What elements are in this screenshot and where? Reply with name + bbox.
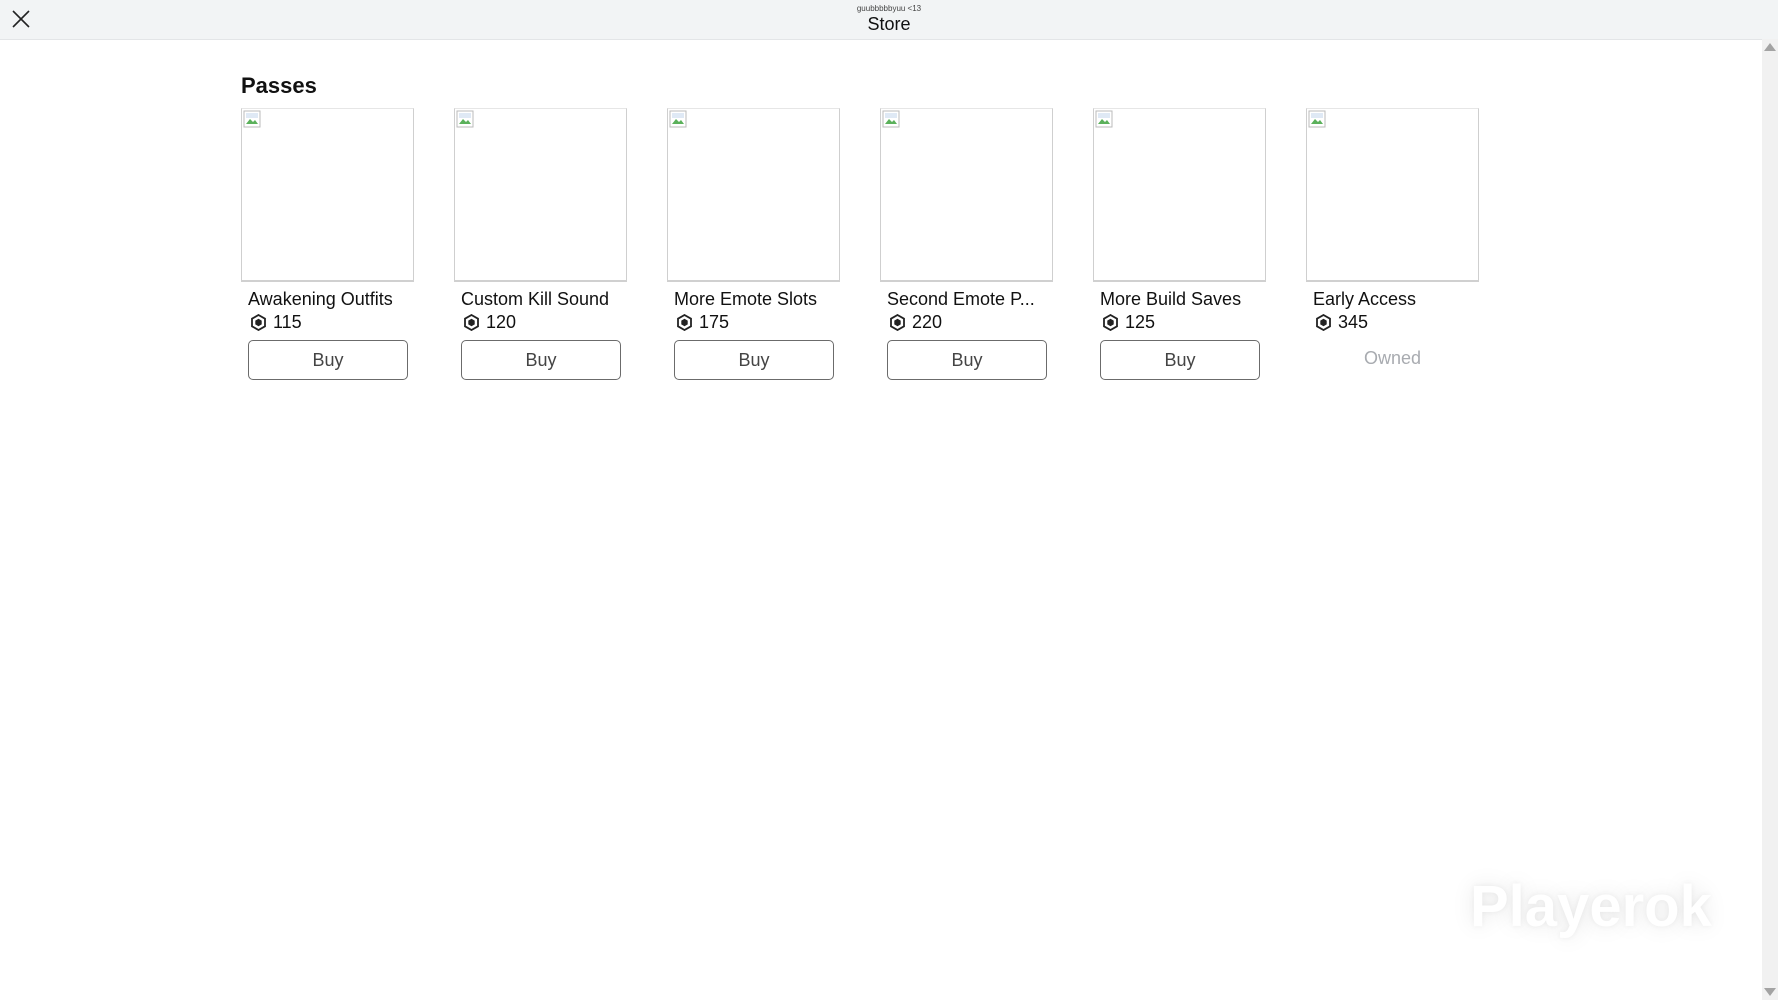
- price-row: 125: [1093, 311, 1266, 333]
- pass-card[interactable]: Early Access 345 Owned: [1306, 108, 1479, 380]
- pass-name: Custom Kill Sound: [461, 289, 610, 309]
- buy-button[interactable]: Buy: [248, 340, 408, 380]
- username-subtitle: guubbbbbyuu <13: [856, 4, 922, 13]
- pass-thumbnail[interactable]: [880, 108, 1053, 282]
- pass-thumbnail[interactable]: [1306, 108, 1479, 282]
- watermark: Playerok: [1470, 874, 1712, 939]
- price-row: 220: [880, 311, 1053, 333]
- pass-name: Awakening Outfits: [248, 289, 393, 309]
- broken-image-icon: [669, 110, 687, 128]
- robux-icon: [1316, 313, 1331, 331]
- price-row: 115: [241, 311, 414, 333]
- price-row: 120: [454, 311, 627, 333]
- pass-name: Early Access: [1313, 289, 1417, 309]
- robux-icon: [464, 313, 479, 331]
- pass-card[interactable]: More Emote Slots 175 Buy: [667, 108, 840, 380]
- pass-card[interactable]: More Build Saves 125 Buy: [1093, 108, 1266, 380]
- pass-thumbnail[interactable]: [454, 108, 627, 282]
- broken-image-icon: [456, 110, 474, 128]
- buy-button[interactable]: Buy: [461, 340, 621, 380]
- pass-name: Second Emote P...: [887, 289, 1035, 309]
- pass-price: 175: [699, 312, 730, 332]
- passes-grid: Awakening Outfits 115 Buy Custom Kill So…: [241, 108, 1479, 380]
- section-title-passes: Passes: [241, 73, 317, 98]
- pass-thumbnail[interactable]: [241, 108, 414, 282]
- pass-price: 120: [486, 312, 517, 332]
- pass-card[interactable]: Second Emote P... 220 Buy: [880, 108, 1053, 380]
- broken-image-icon: [1095, 110, 1113, 128]
- buy-button[interactable]: Buy: [674, 340, 834, 380]
- pass-card[interactable]: Custom Kill Sound 120 Buy: [454, 108, 627, 380]
- scroll-down-button[interactable]: [1762, 984, 1778, 1000]
- buy-button[interactable]: Buy: [1100, 340, 1260, 380]
- scroll-up-button[interactable]: [1762, 39, 1778, 55]
- owned-label: Owned: [1363, 348, 1422, 368]
- robux-icon: [1103, 313, 1118, 331]
- broken-image-icon: [1308, 110, 1326, 128]
- price-row: 345: [1306, 311, 1479, 333]
- pass-price: 115: [273, 312, 302, 332]
- pass-name: More Build Saves: [1100, 289, 1242, 309]
- page-title: Store: [867, 14, 911, 34]
- price-row: 175: [667, 311, 840, 333]
- top-bar: guubbbbbyuu <13 Store: [0, 0, 1778, 40]
- robux-icon: [677, 313, 692, 331]
- pass-card[interactable]: Awakening Outfits 115 Buy: [241, 108, 414, 380]
- buy-button[interactable]: Buy: [887, 340, 1047, 380]
- robux-icon: [251, 313, 266, 331]
- pass-price: 345: [1338, 312, 1369, 332]
- vertical-scrollbar[interactable]: [1762, 39, 1778, 1000]
- pass-name: More Emote Slots: [674, 289, 818, 309]
- pass-thumbnail[interactable]: [667, 108, 840, 282]
- broken-image-icon: [243, 110, 261, 128]
- robux-icon: [890, 313, 905, 331]
- broken-image-icon: [882, 110, 900, 128]
- arrow-up-icon: [1764, 43, 1776, 51]
- arrow-down-icon: [1764, 988, 1776, 996]
- pass-thumbnail[interactable]: [1093, 108, 1266, 282]
- pass-price: 220: [912, 312, 943, 332]
- pass-price: 125: [1125, 312, 1156, 332]
